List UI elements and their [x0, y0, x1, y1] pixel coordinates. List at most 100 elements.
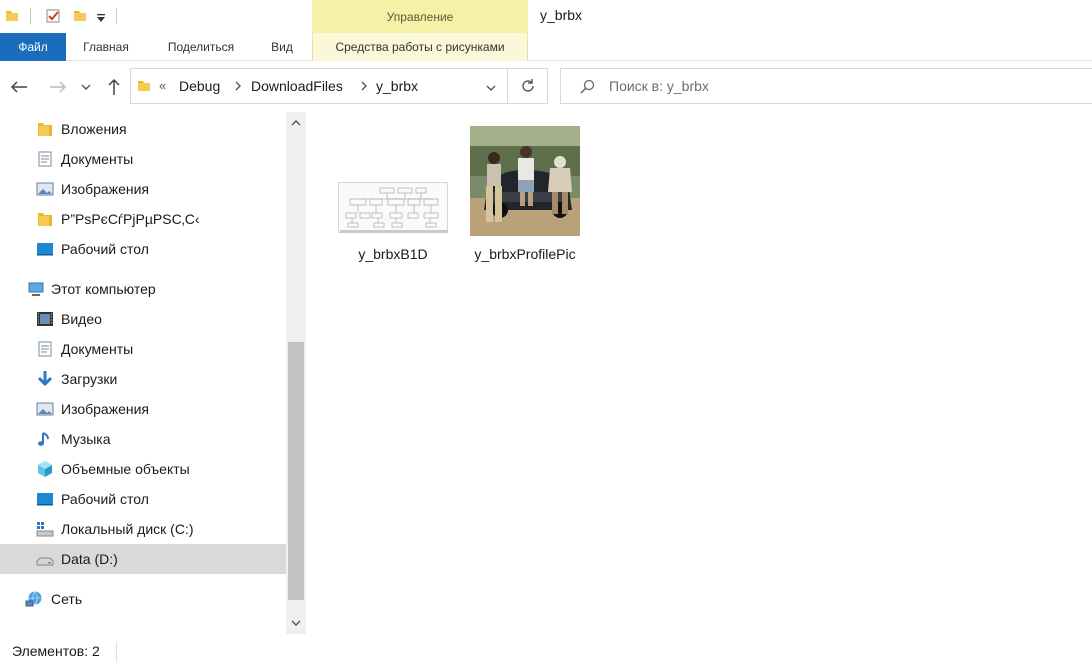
scroll-thumb[interactable]	[288, 342, 304, 600]
tab-picture-tools[interactable]: Средства работы с рисунками	[312, 33, 528, 61]
pictures-icon	[36, 402, 54, 416]
sidebar-item-network[interactable]: Сеть	[0, 584, 286, 614]
sidebar-item-this-pc[interactable]: Этот компьютер	[0, 274, 286, 304]
chevron-right-icon[interactable]	[233, 79, 243, 93]
system-drive-icon	[36, 522, 54, 537]
breadcrumb-y-brbx[interactable]: y_brbx	[376, 78, 418, 94]
drive-icon	[36, 557, 54, 566]
sidebar-item-label: Музыка	[61, 431, 111, 447]
breadcrumb-downloadfiles[interactable]: DownloadFiles	[251, 78, 343, 94]
desktop-icon	[37, 493, 53, 506]
photo-thumbnail	[470, 126, 580, 236]
sidebar-item-3d-objects[interactable]: Объемные объекты	[0, 454, 286, 484]
tab-file[interactable]: Файл	[0, 33, 66, 61]
status-bar: Элементов: 2	[0, 636, 1092, 668]
file-item[interactable]: y_brbxB1D	[328, 126, 448, 266]
sidebar-item-label: Документы	[61, 151, 134, 167]
search-box[interactable]	[560, 68, 1092, 104]
sidebar-item-desktop[interactable]: Рабочий стол	[0, 234, 286, 264]
sidebar-item-label: Объемные объекты	[61, 461, 190, 477]
sidebar-item-label: Рабочий стол	[61, 491, 149, 507]
chevron-down-icon	[291, 620, 301, 626]
pictures-icon	[36, 182, 54, 196]
3d-objects-icon	[38, 461, 52, 477]
sidebar-item-label: Изображения	[61, 401, 149, 417]
sidebar-item-downloads[interactable]: Загрузки	[0, 364, 286, 394]
video-icon	[37, 312, 53, 326]
sidebar-item-label: Загрузки	[61, 371, 118, 387]
customize-dropdown-icon[interactable]	[96, 10, 106, 26]
scroll-down-button[interactable]	[286, 612, 306, 634]
sidebar-item-label: Локальный диск (C:)	[61, 521, 194, 537]
sidebar-item-documents-pc[interactable]: Документы	[0, 334, 286, 364]
sidebar-item-label: Р”РѕРєСѓРјРµРЅС‚С‹	[61, 211, 200, 227]
file-item[interactable]: y_brbxProfilePic	[460, 126, 580, 266]
tab-home[interactable]: Главная	[70, 33, 142, 61]
music-icon	[38, 432, 49, 446]
sidebar-item-drive-c[interactable]: Локальный диск (C:)	[0, 514, 286, 544]
sidebar-item-label: Документы	[61, 341, 134, 357]
new-folder-icon[interactable]	[72, 8, 88, 24]
sidebar-item-videos[interactable]: Видео	[0, 304, 286, 334]
search-input[interactable]	[609, 69, 1069, 103]
up-button[interactable]	[103, 77, 125, 97]
address-bar[interactable]: « Debug DownloadFiles y_brbx	[130, 68, 508, 104]
sidebar-item-pictures[interactable]: Изображения	[0, 174, 286, 204]
documents-icon	[38, 151, 52, 167]
sidebar-scrollbar[interactable]	[286, 112, 306, 634]
network-icon	[25, 591, 42, 607]
recent-locations-button[interactable]	[78, 77, 94, 97]
chevron-up-icon	[291, 120, 301, 126]
chevron-down-icon[interactable]	[484, 81, 498, 95]
forward-button[interactable]	[47, 77, 69, 97]
sidebar-item-label: Этот компьютер	[51, 281, 156, 297]
contextual-tab-group-manage: Управление	[312, 0, 528, 33]
documents-icon	[38, 341, 52, 357]
breadcrumb-overflow[interactable]: «	[159, 78, 166, 93]
ribbon-tabs: Файл Главная Поделиться Вид Средства раб…	[0, 33, 1092, 61]
item-count: Элементов: 2	[12, 643, 100, 659]
folder-icon[interactable]	[4, 8, 20, 24]
sidebar-item-label: Вложения	[61, 121, 127, 137]
scroll-up-button[interactable]	[286, 112, 306, 134]
desktop-icon	[37, 243, 53, 256]
chevron-right-icon[interactable]	[359, 79, 369, 93]
navigation-bar: « Debug DownloadFiles y_brbx	[0, 62, 1092, 112]
computer-icon	[28, 282, 44, 296]
toolbar-separator	[116, 8, 117, 24]
sidebar-item-drive-d[interactable]: Data (D:)	[0, 544, 286, 574]
file-list: y_brbxB1D y_brbxProfilePic	[306, 112, 1092, 632]
tab-view[interactable]: Вид	[262, 33, 302, 61]
file-name: y_brbxB1D	[358, 246, 428, 262]
chevron-down-icon	[81, 84, 91, 90]
sidebar-item-label: Сеть	[51, 591, 83, 607]
folder-icon	[38, 213, 52, 226]
arrow-right-icon	[50, 81, 67, 93]
sidebar-item-label: Изображения	[61, 181, 149, 197]
navigation-pane: Вложения Документы Изображения Р”РѕРєСѓР…	[0, 112, 286, 632]
refresh-icon	[521, 79, 534, 92]
sidebar-item-label: Data (D:)	[61, 551, 118, 567]
tab-share[interactable]: Поделиться	[156, 33, 246, 61]
download-icon	[37, 371, 53, 387]
sidebar-item-desktop-pc[interactable]: Рабочий стол	[0, 484, 286, 514]
toolbar-separator	[30, 8, 31, 24]
refresh-button[interactable]	[508, 68, 548, 104]
sidebar-item-attachments[interactable]: Вложения	[0, 114, 286, 144]
search-icon	[580, 79, 595, 94]
breadcrumb-debug[interactable]: Debug	[179, 78, 220, 94]
sidebar-item-folder-garbled[interactable]: Р”РѕРєСѓРјРµРЅС‚С‹	[0, 204, 286, 234]
status-separator	[116, 642, 117, 662]
sidebar-item-music[interactable]: Музыка	[0, 424, 286, 454]
file-name: y_brbxProfilePic	[474, 246, 576, 262]
folder-icon	[38, 123, 52, 136]
diagram-thumbnail	[338, 126, 448, 236]
sidebar-item-documents[interactable]: Документы	[0, 144, 286, 174]
sidebar-item-pictures-pc[interactable]: Изображения	[0, 394, 286, 424]
properties-icon[interactable]	[45, 8, 61, 24]
sidebar-item-label: Видео	[61, 311, 102, 327]
back-button[interactable]	[8, 77, 30, 97]
folder-icon	[138, 81, 150, 91]
arrow-up-icon	[108, 78, 120, 95]
title-bar: Управление y_brbx	[0, 0, 1092, 33]
